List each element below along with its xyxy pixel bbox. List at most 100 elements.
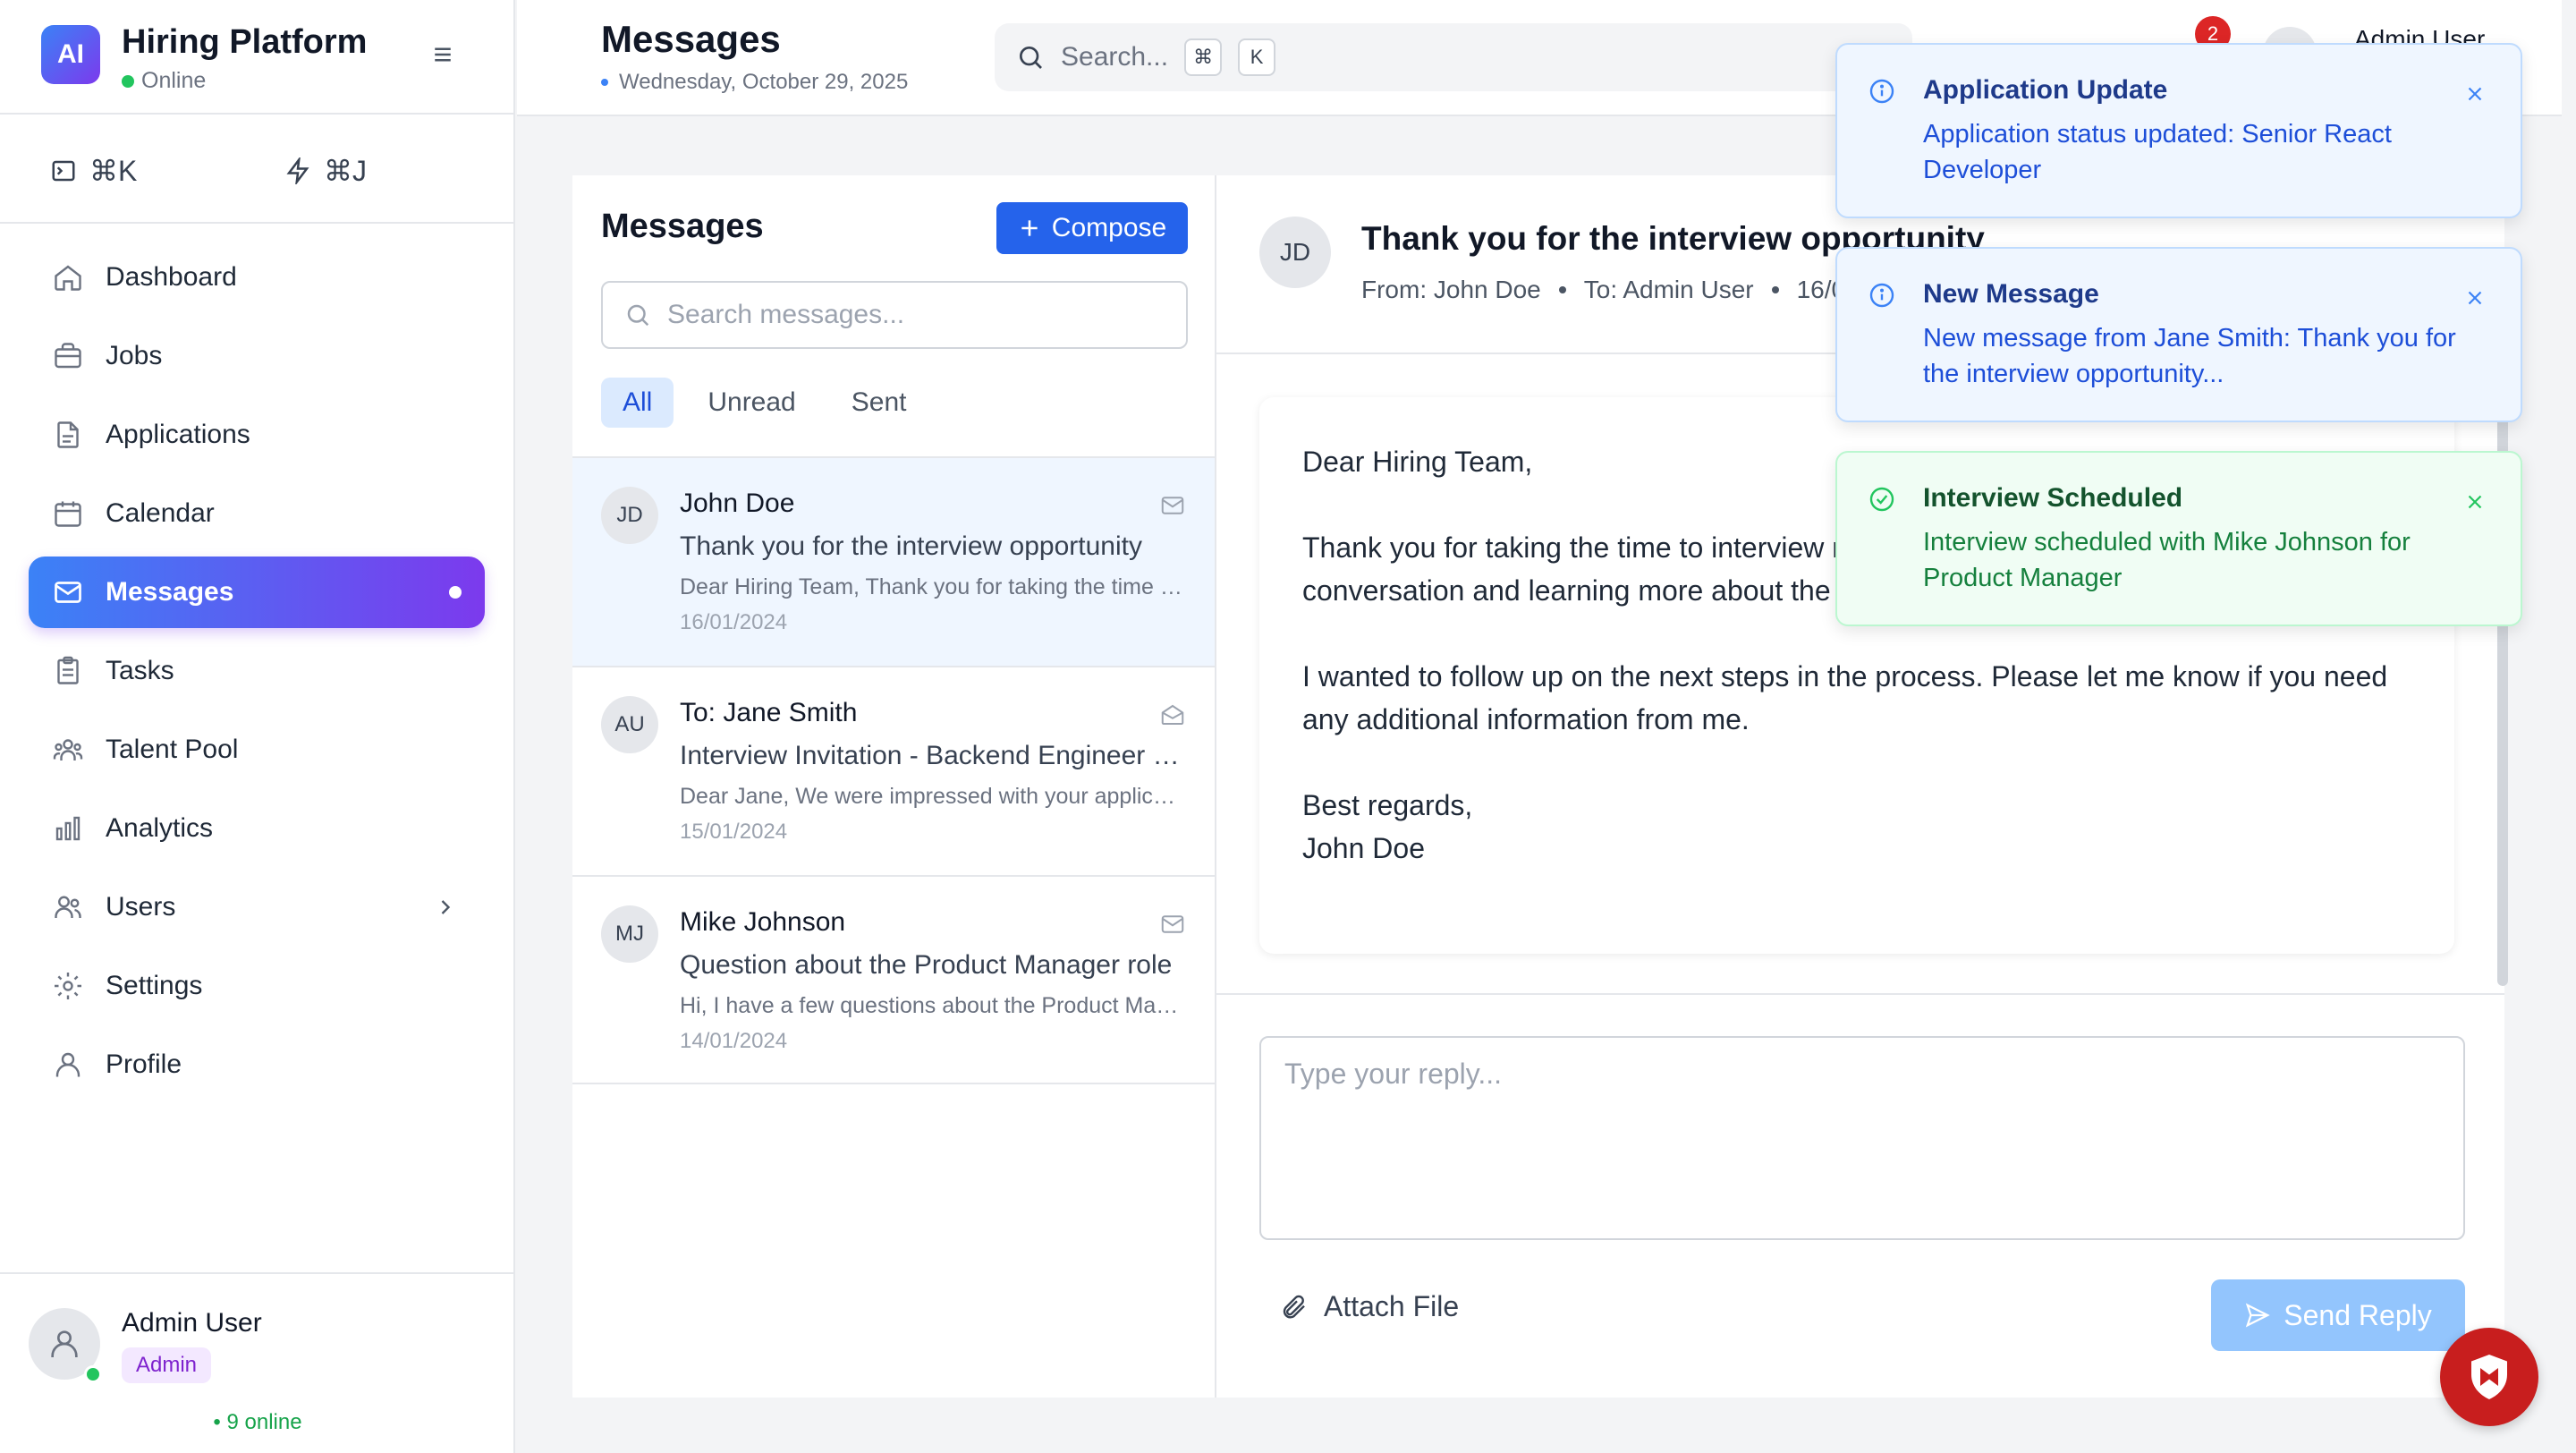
close-icon[interactable]: [2463, 490, 2487, 514]
avatar: MJ: [601, 905, 658, 963]
page-scrollbar[interactable]: [2562, 0, 2576, 1453]
toast-message: New message from Jane Smith: Thank you f…: [1923, 324, 2456, 388]
document-icon: [52, 419, 84, 451]
info-icon: [1868, 77, 1896, 106]
quick-actions: ⌘K ⌘J: [0, 115, 513, 224]
page-title: Messages: [601, 18, 781, 60]
message-body-signature: Best regards, John Doe: [1302, 789, 1473, 864]
user-icon: [51, 1330, 78, 1357]
command-palette-button[interactable]: ⌘K: [50, 154, 137, 188]
chevron-right-icon[interactable]: [433, 895, 458, 920]
message-search-field: [601, 281, 1188, 349]
sidebar-item-profile[interactable]: Profile: [29, 1029, 485, 1100]
send-reply-button[interactable]: Send Reply: [2211, 1279, 2465, 1351]
toast-message: Interview scheduled with Mike Johnson fo…: [1923, 528, 2411, 592]
tab-all[interactable]: All: [601, 378, 674, 428]
tab-unread[interactable]: Unread: [686, 378, 817, 428]
sidebar: AI Hiring Platform Online ⌘K ⌘J Dashboar…: [0, 0, 515, 1453]
brand-logo[interactable]: AI: [41, 25, 100, 84]
toast-message: Application status updated: Senior React…: [1923, 120, 2392, 184]
envelope-closed-icon: [1159, 492, 1186, 519]
list-item[interactable]: AU To: Jane Smith Interview Invitation -…: [572, 666, 1215, 875]
sidebar-item-label: Users: [106, 892, 176, 922]
briefcase-icon: [52, 340, 84, 372]
date-dot-icon: [601, 79, 608, 86]
global-search-input[interactable]: Search... ⌘ K: [995, 23, 1912, 91]
info-icon: [1868, 281, 1896, 310]
sidebar-item-label: Tasks: [106, 656, 174, 685]
toast-title: Application Update: [1923, 75, 2168, 105]
message-preview: Dear Jane, We were impressed with your a…: [680, 784, 1186, 809]
paperclip-icon: [1279, 1293, 1308, 1321]
shortcut-key-k: K: [1238, 38, 1276, 76]
command-palette-shortcut: ⌘K: [89, 155, 138, 187]
message-subject: Question about the Product Manager role: [680, 950, 1173, 980]
toast-application-update: Application Update Application status up…: [1835, 43, 2522, 218]
sidebar-item-tasks[interactable]: Tasks: [29, 635, 485, 707]
sidebar-item-messages[interactable]: Messages: [29, 557, 485, 628]
avatar: JD: [601, 487, 658, 544]
brand-header: AI Hiring Platform Online: [0, 0, 513, 115]
message-preview: Hi, I have a few questions about the Pro…: [680, 993, 1186, 1018]
compose-button[interactable]: Compose: [996, 202, 1188, 254]
list-item[interactable]: MJ Mike Johnson Question about the Produ…: [572, 875, 1215, 1084]
global-search-placeholder: Search...: [1061, 42, 1169, 72]
close-icon[interactable]: [2463, 82, 2487, 106]
tab-sent[interactable]: Sent: [830, 378, 928, 428]
sidebar-item-applications[interactable]: Applications: [29, 399, 485, 471]
avatar: AU: [601, 696, 658, 753]
terminal-icon: [50, 157, 77, 184]
sidebar-user-footer: Admin User Admin • 9 online: [0, 1272, 515, 1453]
page-date-label: Wednesday, October 29, 2025: [619, 70, 909, 94]
reply-area: Attach File Send Reply: [1216, 993, 2504, 1398]
sidebar-item-label: Calendar: [106, 498, 215, 528]
mail-icon: [52, 576, 84, 608]
online-count-label: 9 online: [226, 1410, 302, 1434]
shortcut-key-command: ⌘: [1184, 38, 1223, 76]
menu-icon[interactable]: [429, 41, 456, 68]
plus-icon: [1018, 217, 1041, 240]
message-detail-to: To: Admin User: [1583, 276, 1754, 303]
attach-file-button[interactable]: Attach File: [1279, 1290, 1459, 1323]
shield-icon: [2462, 1350, 2516, 1404]
sidebar-item-users[interactable]: Users: [29, 871, 485, 943]
messages-list-title: Messages: [601, 208, 764, 245]
online-status-dot: [84, 1365, 102, 1383]
bar-chart-icon: [52, 812, 84, 845]
role-badge: Admin: [122, 1347, 212, 1383]
sidebar-item-analytics[interactable]: Analytics: [29, 793, 485, 864]
message-sender: To: Jane Smith: [680, 698, 858, 727]
calendar-icon: [52, 497, 84, 530]
reply-textarea[interactable]: [1259, 1036, 2465, 1240]
message-sender: John Doe: [680, 489, 795, 518]
message-date: 14/01/2024: [680, 1029, 788, 1053]
sidebar-item-label: Talent Pool: [106, 735, 239, 764]
page-date: Wednesday, October 29, 2025: [601, 70, 908, 95]
home-icon: [52, 261, 84, 293]
message-search-input[interactable]: [667, 300, 1186, 330]
sidebar-item-jobs[interactable]: Jobs: [29, 320, 485, 392]
close-icon[interactable]: [2463, 286, 2487, 310]
sidebar-item-settings[interactable]: Settings: [29, 950, 485, 1022]
security-shield-button[interactable]: [2440, 1328, 2538, 1426]
toast-interview-scheduled: Interview Scheduled Interview scheduled …: [1835, 451, 2522, 626]
sidebar-item-dashboard[interactable]: Dashboard: [29, 242, 485, 313]
brand-title: Hiring Platform: [122, 23, 368, 61]
brand-status-label: Online: [141, 68, 207, 93]
list-item[interactable]: JD John Doe Thank you for the interview …: [572, 456, 1215, 666]
message-filter-tabs: All Unread Sent: [601, 378, 928, 428]
sidebar-item-talent-pool[interactable]: Talent Pool: [29, 714, 485, 786]
sidebar-item-label: Settings: [106, 971, 203, 1000]
sidebar-item-calendar[interactable]: Calendar: [29, 478, 485, 549]
message-detail-from: From: John Doe: [1361, 276, 1541, 303]
meta-separator-dot: [1558, 286, 1566, 293]
toast-title: Interview Scheduled: [1923, 483, 2183, 513]
search-icon: [624, 302, 651, 328]
quick-action-button[interactable]: ⌘J: [284, 154, 367, 188]
users-icon: [52, 891, 84, 923]
user-icon: [52, 1049, 84, 1081]
message-body-paragraph: I wanted to follow up on the next steps …: [1302, 660, 2388, 735]
avatar: JD: [1259, 217, 1331, 288]
people-icon: [52, 734, 84, 766]
toast-new-message: New Message New message from Jane Smith:…: [1835, 247, 2522, 422]
